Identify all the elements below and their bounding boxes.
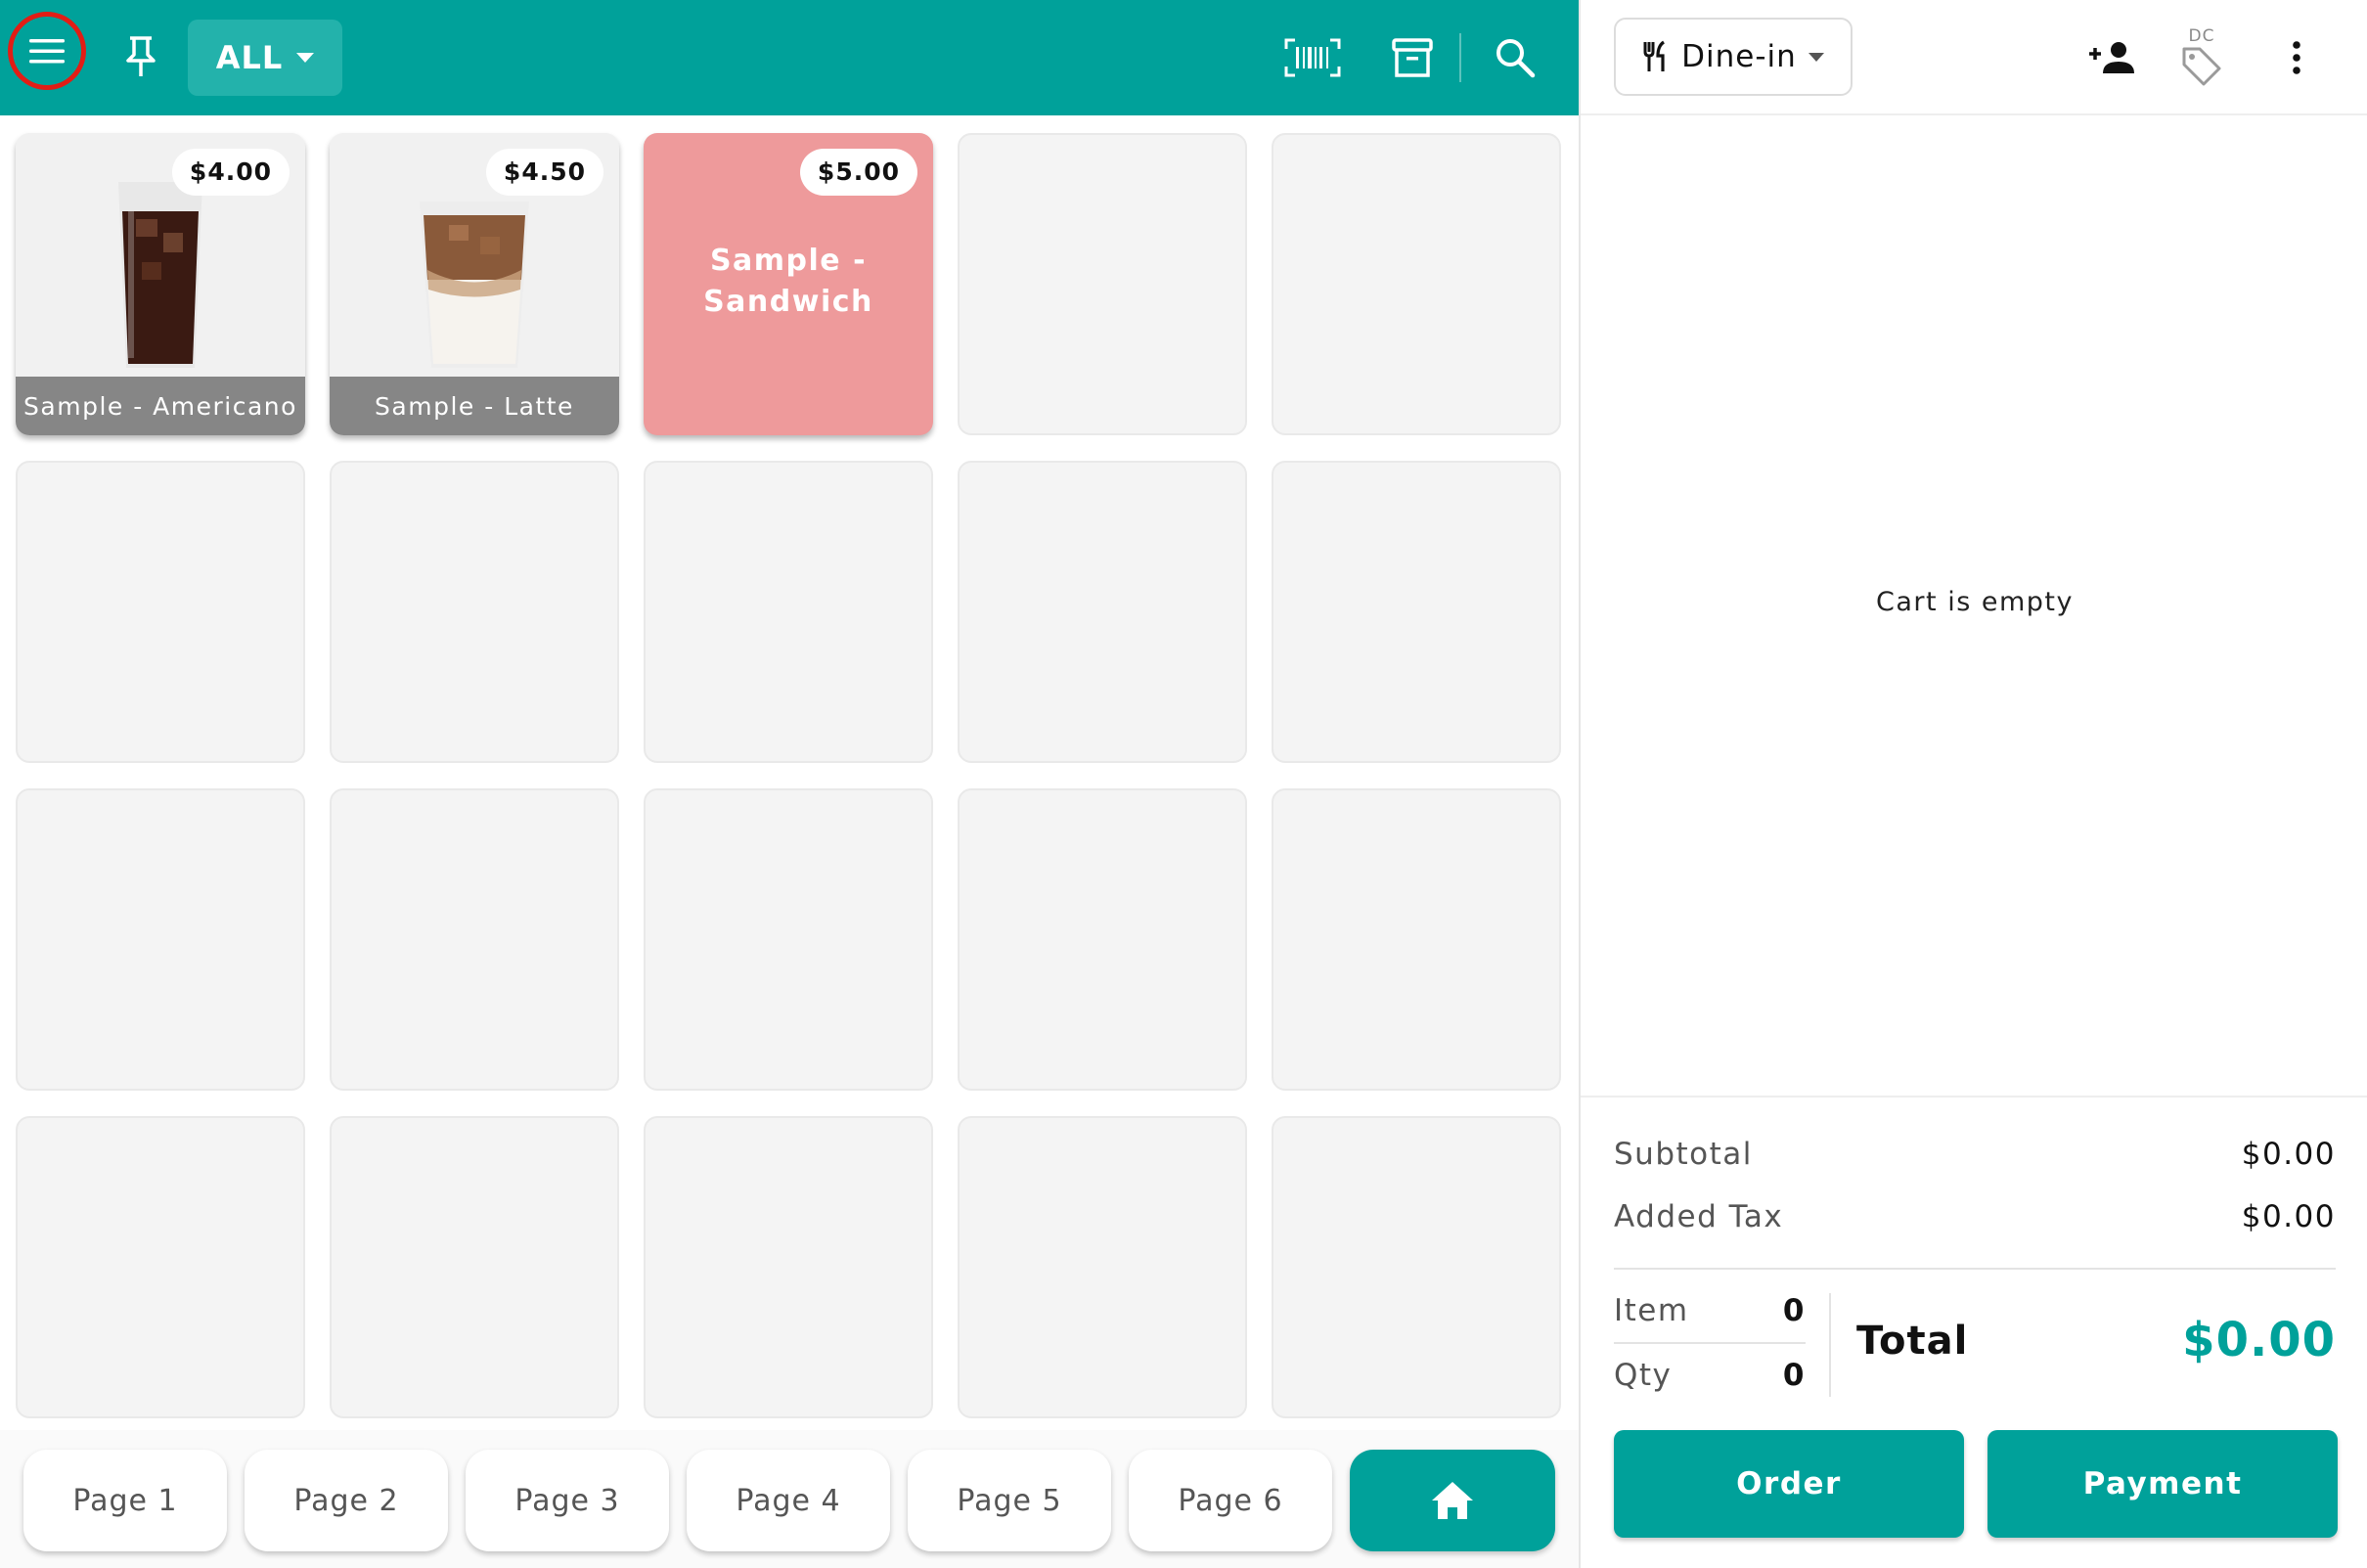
page-1-button[interactable]: Page 1 xyxy=(23,1450,227,1551)
product-name: Sample - Americano xyxy=(16,377,305,435)
empty-slot[interactable] xyxy=(16,788,305,1091)
product-name: Sample - Sandwich xyxy=(703,244,873,319)
cart-empty-message: Cart is empty xyxy=(1876,587,2074,617)
add-customer-button[interactable] xyxy=(2077,29,2146,86)
product-panel: ALL $4.00 Sample - Americano $4.50 Sampl… xyxy=(0,0,1579,1568)
barcode-scan-button[interactable] xyxy=(1279,29,1346,86)
count-divider xyxy=(1614,1342,1806,1344)
empty-slot[interactable] xyxy=(958,1116,1247,1418)
empty-slot[interactable] xyxy=(330,461,619,763)
item-label: Item xyxy=(1614,1293,1689,1328)
tax-value: $0.00 xyxy=(2241,1199,2336,1234)
product-tile-latte[interactable]: $4.50 Sample - Latte xyxy=(330,133,619,435)
qty-value: 0 xyxy=(1782,1358,1806,1393)
empty-slot[interactable] xyxy=(1272,1116,1561,1418)
page-4-button[interactable]: Page 4 xyxy=(687,1450,890,1551)
page-5-button[interactable]: Page 5 xyxy=(908,1450,1111,1551)
caret-down-icon xyxy=(296,53,315,63)
empty-slot[interactable] xyxy=(16,1116,305,1418)
cutlery-icon xyxy=(1643,40,1666,71)
empty-slot[interactable] xyxy=(958,133,1247,435)
archive-button[interactable] xyxy=(1383,29,1442,86)
empty-slot[interactable] xyxy=(1272,788,1561,1091)
product-name: Sample - Latte xyxy=(330,377,619,435)
cart-toolbar: Dine-in DC xyxy=(1581,0,2367,115)
order-button[interactable]: Order xyxy=(1614,1430,1964,1538)
payment-button[interactable]: Payment xyxy=(1987,1430,2338,1538)
price-badge: $4.00 xyxy=(171,149,290,196)
order-type-label: Dine-in xyxy=(1681,39,1797,74)
empty-slot[interactable] xyxy=(1272,133,1561,435)
subtotal-row: Subtotal $0.00 xyxy=(1614,1137,2336,1172)
more-options-button[interactable] xyxy=(2277,29,2316,86)
pin-button[interactable] xyxy=(113,25,168,88)
top-toolbar: ALL xyxy=(0,0,1579,115)
empty-slot[interactable] xyxy=(1272,461,1561,763)
discount-button[interactable]: DC xyxy=(2167,20,2236,96)
more-vertical-icon xyxy=(2293,41,2300,74)
qty-row: Qty 0 xyxy=(1614,1358,1806,1393)
page-2-button[interactable]: Page 2 xyxy=(245,1450,448,1551)
total-value: $0.00 xyxy=(2182,1313,2336,1367)
barcode-icon xyxy=(1284,38,1341,77)
latte-image xyxy=(420,202,529,368)
price-badge: $4.50 xyxy=(485,149,603,196)
product-tile-americano[interactable]: $4.00 Sample - Americano xyxy=(16,133,305,435)
pin-icon xyxy=(126,36,156,76)
tag-icon xyxy=(2182,47,2221,86)
category-dropdown[interactable]: ALL xyxy=(188,20,342,96)
total-label: Total xyxy=(1856,1319,1969,1364)
discount-label: DC xyxy=(2188,26,2215,46)
menu-button[interactable] xyxy=(8,12,86,90)
subtotal-label: Subtotal xyxy=(1614,1137,1753,1172)
price-badge: $5.00 xyxy=(799,149,917,196)
summary-divider xyxy=(1614,1268,2336,1270)
empty-slot[interactable] xyxy=(958,788,1247,1091)
search-button[interactable] xyxy=(1485,29,1545,86)
empty-slot[interactable] xyxy=(16,461,305,763)
tax-row: Added Tax $0.00 xyxy=(1614,1199,2336,1234)
item-count-row: Item 0 xyxy=(1614,1293,1806,1328)
caret-down-icon xyxy=(1808,52,1824,62)
cart-panel: Dine-in DC Cart is empty Subtotal $0.00 … xyxy=(1579,0,2367,1568)
empty-slot[interactable] xyxy=(330,788,619,1091)
empty-slot[interactable] xyxy=(644,1116,933,1418)
americano-image xyxy=(118,182,202,368)
home-icon xyxy=(1432,1482,1473,1519)
add-person-icon xyxy=(2089,42,2134,73)
menu-icon xyxy=(29,39,65,64)
cart-summary: Subtotal $0.00 Added Tax $0.00 Item 0 Qt… xyxy=(1581,1096,2367,1568)
page-3-button[interactable]: Page 3 xyxy=(466,1450,669,1551)
archive-icon xyxy=(1392,38,1433,77)
product-tile-sandwich[interactable]: $5.00 Sample - Sandwich xyxy=(644,133,933,435)
tax-label: Added Tax xyxy=(1614,1199,1784,1234)
order-type-dropdown[interactable]: Dine-in xyxy=(1614,18,1853,96)
page-6-button[interactable]: Page 6 xyxy=(1129,1450,1332,1551)
empty-slot[interactable] xyxy=(644,461,933,763)
item-value: 0 xyxy=(1782,1293,1806,1328)
empty-slot[interactable] xyxy=(330,1116,619,1418)
empty-slot[interactable] xyxy=(958,461,1247,763)
empty-slot[interactable] xyxy=(644,788,933,1091)
subtotal-value: $0.00 xyxy=(2241,1137,2336,1172)
page-tab-bar: Page 1 Page 2 Page 3 Page 4 Page 5 Page … xyxy=(0,1430,1579,1568)
total-divider xyxy=(1829,1293,1831,1397)
toolbar-divider xyxy=(1459,33,1461,82)
home-button[interactable] xyxy=(1350,1450,1555,1551)
category-label: ALL xyxy=(215,39,284,76)
qty-label: Qty xyxy=(1614,1358,1673,1393)
product-grid: $4.00 Sample - Americano $4.50 Sample - … xyxy=(16,133,1561,1418)
search-icon xyxy=(1496,39,1536,78)
